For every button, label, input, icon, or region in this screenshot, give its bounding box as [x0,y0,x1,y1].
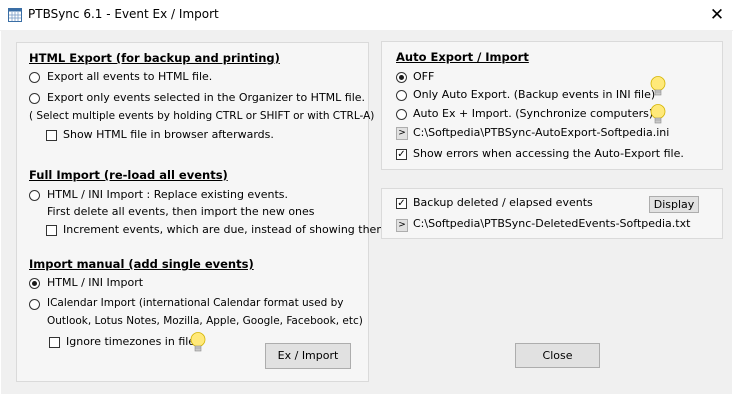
export-all-radio[interactable] [29,72,40,83]
backup-deleted-checkbox[interactable]: ✓ [396,198,407,209]
auto-off-label[interactable]: OFF [413,70,434,83]
full-import-header: Full Import (re-load all events) [29,168,228,182]
close-window-icon[interactable]: ✕ [706,5,728,25]
backup-deleted-label[interactable]: Backup deleted / elapsed events [413,196,593,209]
html-export-header: HTML Export (for backup and printing) [29,51,280,65]
lightbulb-hint-icon[interactable] [189,331,207,357]
auto-off-radio[interactable] [396,72,407,83]
auto-export-panel: Auto Export / Import OFF Only Auto Expor… [381,41,723,170]
auto-export-path: C:\Softpedia\PTBSync-AutoExport-Softpedi… [413,126,670,139]
show-errors-checkbox[interactable]: ✓ [396,149,407,160]
calendar-app-icon [8,8,22,22]
close-button[interactable]: Close [515,343,600,368]
auto-ex-import-label[interactable]: Auto Ex + Import. (Synchronize computers… [413,107,653,120]
backup-path-arrow-button[interactable]: > [396,219,408,232]
icalendar-import-label[interactable]: ICalendar Import (international Calendar… [47,297,344,309]
export-import-panel: HTML Export (for backup and printing) Ex… [16,42,391,382]
increment-events-label[interactable]: Increment events, which are due, instead… [63,223,391,236]
auto-export-only-radio[interactable] [396,90,407,101]
full-import-replace-radio[interactable] [29,190,40,201]
export-selected-radio[interactable] [29,93,40,104]
auto-export-header: Auto Export / Import [396,50,529,64]
full-import-replace-label[interactable]: HTML / INI Import : Replace existing eve… [47,188,288,201]
dialog-client-area: HTML Export (for backup and printing) Ex… [1,31,732,394]
html-ini-import-radio[interactable] [29,278,40,289]
multi-select-hint: ( Select multiple events by holding CTRL… [29,110,375,122]
auto-ex-import-radio[interactable] [396,109,407,120]
full-import-note: First delete all events, then import the… [47,205,315,218]
auto-export-only-label[interactable]: Only Auto Export. (Backup events in INI … [413,88,655,101]
html-ini-import-label[interactable]: HTML / INI Import [47,276,143,289]
show-errors-label[interactable]: Show errors when accessing the Auto-Expo… [413,147,684,160]
import-manual-header: Import manual (add single events) [29,257,254,271]
title-bar: PTBSync 6.1 - Event Ex / Import ✕ [0,0,733,31]
backup-path: C:\Softpedia\PTBSync-DeletedEvents-Softp… [413,217,691,230]
window-title: PTBSync 6.1 - Event Ex / Import [28,7,219,21]
ignore-timezones-checkbox[interactable] [49,337,60,348]
backup-panel: ✓ Backup deleted / elapsed events Displa… [381,188,723,239]
ex-import-button[interactable]: Ex / Import [265,343,351,369]
increment-events-checkbox[interactable] [46,225,57,236]
display-button[interactable]: Display [649,196,699,213]
auto-export-path-arrow-button[interactable]: > [396,127,408,140]
export-all-label[interactable]: Export all events to HTML file. [47,70,212,83]
show-browser-label[interactable]: Show HTML file in browser afterwards. [63,128,274,141]
lightbulb-hint-icon[interactable] [649,75,667,101]
ignore-timezones-label[interactable]: Ignore timezones in file [66,335,195,348]
icalendar-import-radio[interactable] [29,299,40,310]
export-selected-label[interactable]: Export only events selected in the Organ… [47,91,365,104]
icalendar-formats-note: Outlook, Lotus Notes, Mozilla, Apple, Go… [47,315,363,327]
show-browser-checkbox[interactable] [46,130,57,141]
